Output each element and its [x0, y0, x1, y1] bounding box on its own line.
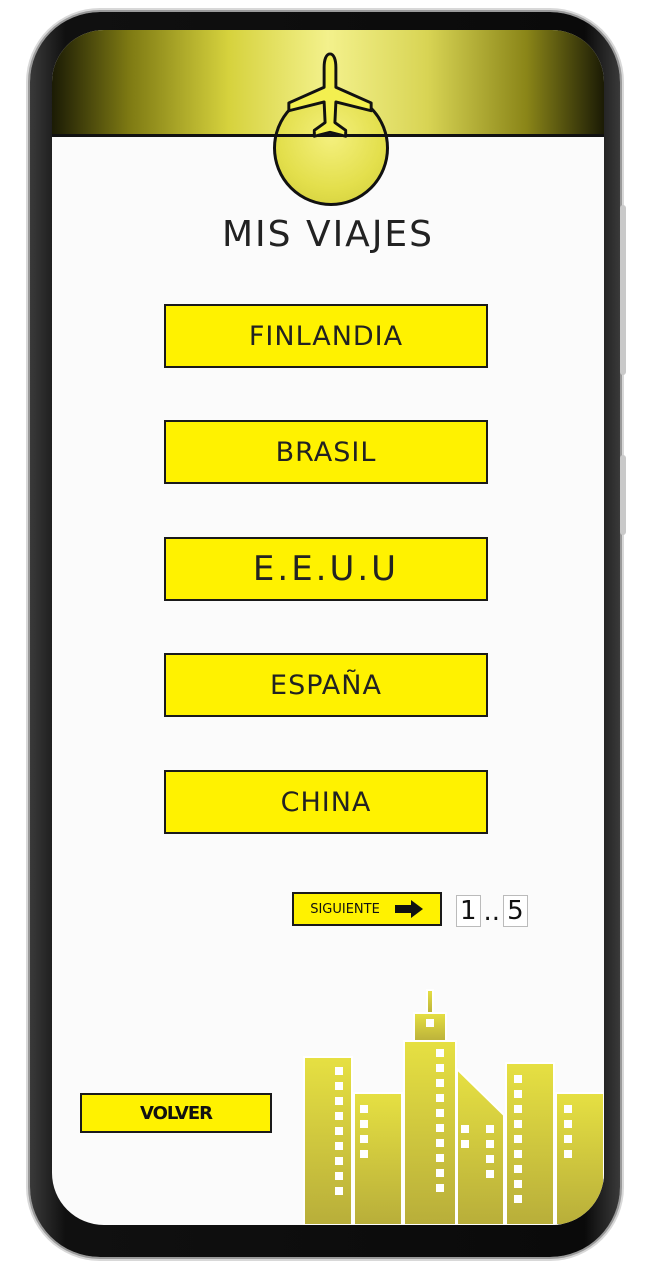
country-button-finlandia[interactable]: FINLANDIA — [164, 304, 488, 368]
country-button-espana[interactable]: ESPAÑA — [164, 653, 488, 717]
app-screen: MIS VIAJES FINLANDIA BRASIL E.E.U.U ESPA… — [52, 30, 604, 1225]
next-button[interactable]: SIGUIENTE — [292, 892, 442, 926]
buildings — [303, 989, 604, 1225]
power-button — [620, 455, 626, 535]
total-pages[interactable]: 5 — [503, 895, 528, 927]
current-page[interactable]: 1 — [456, 895, 481, 927]
arrow-right-icon — [394, 900, 423, 918]
next-label: SIGUIENTE — [310, 901, 380, 917]
country-button-china[interactable]: CHINA — [164, 770, 488, 834]
city-skyline — [303, 989, 604, 1225]
airplane-icon — [287, 52, 373, 138]
country-button-eeuu[interactable]: E.E.U.U — [164, 537, 488, 601]
back-button[interactable]: VOLVER — [80, 1093, 272, 1133]
volume-button — [620, 205, 626, 375]
page-separator: .. — [483, 897, 501, 927]
pagination: 1 .. 5 — [456, 895, 528, 927]
country-button-brasil[interactable]: BRASIL — [164, 420, 488, 484]
page-title: MIS VIAJES — [221, 214, 435, 255]
